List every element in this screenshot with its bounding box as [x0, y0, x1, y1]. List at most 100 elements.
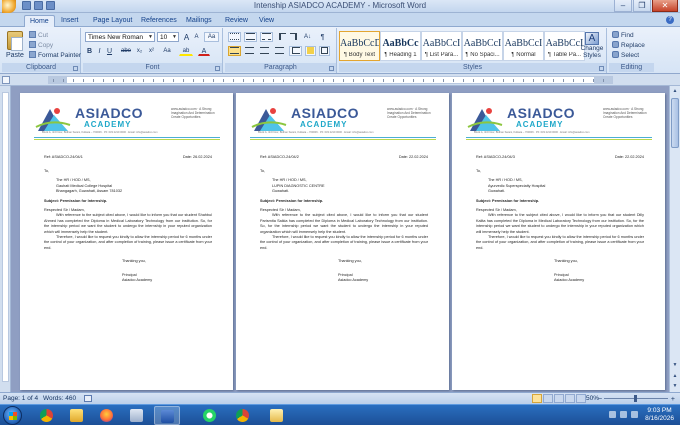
taskbar-firefox[interactable]: [94, 406, 120, 425]
maximize-button[interactable]: ❐: [633, 0, 651, 12]
align-center-button[interactable]: [243, 46, 256, 56]
tab-view[interactable]: View: [254, 15, 279, 27]
tab-insert[interactable]: Insert: [56, 15, 84, 27]
paste-button[interactable]: Paste: [6, 52, 24, 59]
cut-button[interactable]: Cut: [29, 31, 48, 39]
tab-review[interactable]: Review: [220, 15, 253, 27]
style-body-text[interactable]: AaBbCcDc¶ Body Text: [339, 31, 380, 61]
scroll-up-icon[interactable]: ▲: [671, 87, 679, 96]
shading-button[interactable]: [305, 46, 316, 56]
borders-button[interactable]: [319, 46, 330, 56]
bold-button[interactable]: B: [85, 46, 94, 56]
tab-selector-icon[interactable]: [2, 76, 10, 84]
style-heading-1[interactable]: AaBbCc ¶ Heading 1: [380, 31, 421, 61]
font-launcher-icon[interactable]: [215, 66, 220, 71]
style-no-spacing[interactable]: AaBbCcI ¶ No Spaci...: [462, 31, 503, 61]
word-window: Intenship ASIADCO ACADEMY - Microsoft Wo…: [0, 0, 680, 425]
draft-view-icon[interactable]: [576, 394, 586, 403]
bullets-button[interactable]: [228, 32, 241, 42]
help-icon[interactable]: ?: [666, 16, 674, 24]
font-color-button[interactable]: A: [198, 46, 210, 56]
previous-page-icon[interactable]: ▲: [671, 372, 679, 381]
scroll-thumb[interactable]: [671, 98, 679, 148]
vertical-scrollbar[interactable]: ▲ ▼ ▲ ▼: [669, 86, 680, 392]
tab-page-layout[interactable]: Page Layout: [88, 15, 137, 27]
italic-button[interactable]: I: [95, 46, 104, 56]
document-page[interactable]: ASIADCO ACADEMY www.asiadco.com · A Strong…: [236, 93, 449, 390]
tab-mailings[interactable]: Mailings: [181, 15, 217, 27]
proofing-icon[interactable]: [84, 395, 92, 402]
clipboard-group-label: Clipboard: [2, 63, 80, 72]
paragraph-launcher-icon[interactable]: [329, 66, 334, 71]
format-painter-button[interactable]: Format Painter: [29, 51, 81, 59]
web-layout-view-icon[interactable]: [554, 394, 564, 403]
change-styles-button[interactable]: A Change Styles: [577, 31, 607, 62]
find-button[interactable]: Find: [612, 31, 634, 39]
strikethrough-button[interactable]: abe: [119, 46, 133, 56]
replace-button[interactable]: Replace: [612, 41, 645, 49]
grow-font-button[interactable]: A: [182, 32, 191, 42]
taskbar-chrome-2[interactable]: [230, 406, 256, 425]
font-name-combo[interactable]: Times New Roman ▼: [85, 32, 155, 42]
tray-up-icon[interactable]: [609, 411, 616, 418]
letter-body[interactable]: Ref: ASIADCO-24/04/1 Date: 26.02.2024 To, T…: [44, 155, 212, 284]
shrink-font-button[interactable]: A: [192, 32, 201, 42]
taskbar-files[interactable]: [264, 406, 290, 425]
word-count[interactable]: Words: 460: [43, 393, 76, 404]
highlight-button[interactable]: ab: [179, 46, 193, 56]
copy-button[interactable]: Copy: [29, 41, 53, 49]
taskbar-explorer[interactable]: [64, 406, 90, 425]
next-page-icon[interactable]: ▼: [671, 382, 679, 391]
sort-button[interactable]: A↓: [301, 32, 314, 42]
clipboard-launcher-icon[interactable]: [73, 66, 78, 71]
print-layout-view-icon[interactable]: [532, 394, 542, 403]
align-right-button[interactable]: [258, 46, 271, 56]
style-list-paragraph[interactable]: AaBbCcI ¶ List Para...: [421, 31, 462, 61]
taskbar-vlc[interactable]: [124, 406, 150, 425]
font-size-combo[interactable]: 10 ▼: [157, 32, 179, 42]
taskbar-whatsapp[interactable]: [197, 406, 223, 425]
line-spacing-button[interactable]: [289, 46, 302, 56]
paste-icon[interactable]: [7, 31, 23, 51]
underline-button[interactable]: U: [105, 46, 114, 56]
chevron-down-icon[interactable]: ▼: [147, 33, 154, 41]
taskbar-chrome[interactable]: [34, 406, 60, 425]
increase-indent-button[interactable]: [288, 32, 298, 42]
document-page[interactable]: ASIADCO ACADEMY www.asiadco.com · A Strong…: [452, 93, 665, 390]
zoom-slider[interactable]: − +: [598, 395, 675, 403]
page-indicator[interactable]: Page: 1 of 4: [3, 393, 38, 404]
tab-references[interactable]: References: [136, 15, 182, 27]
subscript-button[interactable]: x₂: [134, 46, 145, 56]
network-icon[interactable]: [620, 411, 627, 418]
styles-launcher-icon[interactable]: [599, 66, 604, 71]
letter-body[interactable]: Ref: ASIADCO-24/04/3 Date: 22.02.2024 To, T…: [476, 155, 644, 284]
volume-icon[interactable]: [631, 411, 638, 418]
chevron-down-icon[interactable]: ▼: [171, 33, 178, 41]
select-button[interactable]: Select: [612, 51, 639, 59]
clear-format-button[interactable]: Aa: [204, 32, 219, 42]
full-screen-view-icon[interactable]: [543, 394, 553, 403]
document-area[interactable]: ASIADCO ACADEMY www.asiadco.com · A Strong…: [0, 86, 669, 392]
zoom-slider-thumb[interactable]: [634, 395, 637, 402]
minimize-button[interactable]: –: [614, 0, 632, 12]
clock[interactable]: 9:03 PM 8/16/2026: [645, 407, 674, 423]
numbering-button[interactable]: [244, 32, 257, 42]
start-button[interactable]: [3, 406, 22, 425]
change-case-button[interactable]: Aa: [160, 46, 174, 56]
horizontal-ruler[interactable]: [0, 74, 680, 86]
ruler-tick: [473, 79, 474, 82]
show-marks-button[interactable]: ¶: [317, 32, 328, 42]
close-button[interactable]: ✕: [652, 0, 678, 12]
tab-home[interactable]: Home: [24, 15, 55, 27]
multilevel-list-button[interactable]: [260, 32, 273, 42]
outline-view-icon[interactable]: [565, 394, 575, 403]
taskbar-word[interactable]: [154, 406, 180, 425]
decrease-indent-button[interactable]: [277, 32, 287, 42]
document-page[interactable]: ASIADCO ACADEMY www.asiadco.com · A Strong…: [20, 93, 233, 390]
style-normal[interactable]: AaBbCcI ¶ Normal: [503, 31, 544, 61]
justify-button[interactable]: [273, 46, 286, 56]
letter-body[interactable]: Ref: ASIADCO-24/04/2 Date: 22.02.2024 To, T…: [260, 155, 428, 284]
scroll-down-icon[interactable]: ▼: [671, 361, 679, 370]
align-left-button[interactable]: [228, 46, 241, 56]
superscript-button[interactable]: x²: [146, 46, 157, 56]
